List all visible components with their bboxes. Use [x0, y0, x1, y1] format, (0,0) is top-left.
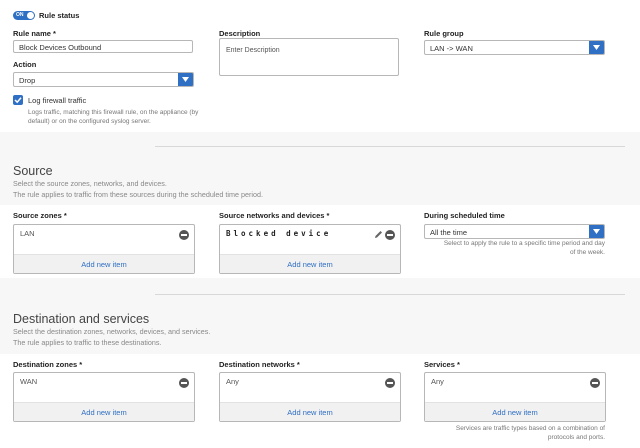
destination-zones-list: WAN Add new item — [13, 372, 195, 422]
services-help: Services are traffic types based on a co… — [455, 425, 605, 441]
description-textarea[interactable]: Enter Description — [219, 38, 399, 76]
schedule-value: All the time — [430, 228, 468, 237]
log-traffic-help: Logs traffic, matching this firewall rul… — [28, 109, 199, 125]
rule-name-input[interactable]: Block Devices Outbound — [13, 40, 193, 53]
add-new-item-button[interactable]: Add new item — [14, 254, 194, 273]
log-traffic-label: Log firewall traffic — [28, 96, 87, 105]
rule-status-label: Rule status — [39, 11, 80, 20]
remove-icon[interactable] — [590, 378, 600, 388]
checkmark-icon — [14, 97, 22, 104]
remove-icon[interactable] — [179, 230, 189, 240]
destination-desc-2: The rule applies to traffic to these des… — [13, 338, 162, 347]
section-divider — [155, 294, 625, 295]
rule-name-label: Rule name * — [13, 29, 56, 38]
source-desc-2: The rule applies to traffic from these s… — [13, 190, 263, 199]
schedule-select[interactable]: All the time — [424, 224, 605, 239]
log-traffic-checkbox[interactable] — [13, 95, 23, 105]
toggle-knob — [27, 12, 34, 19]
source-desc-1: Select the source zones, networks, and d… — [13, 179, 167, 188]
list-item-label: WAN — [20, 377, 38, 386]
add-new-item-button[interactable]: Add new item — [14, 402, 194, 421]
destination-desc-1: Select the destination zones, networks, … — [13, 327, 211, 336]
action-label: Action — [13, 60, 37, 69]
toggle-state: ON — [16, 12, 24, 18]
rule-group-select[interactable]: LAN -> WAN — [424, 40, 605, 55]
services-list: Any Add new item — [424, 372, 606, 422]
services-label: Services * — [424, 360, 460, 369]
list-item: Any — [220, 373, 400, 397]
chevron-down-icon[interactable] — [178, 73, 193, 86]
destination-networks-list: Any Add new item — [219, 372, 401, 422]
action-value: Drop — [19, 76, 36, 85]
list-item-label: Any — [431, 377, 444, 386]
source-zones-list: LAN Add new item — [13, 224, 195, 274]
source-networks-label: Source networks and devices * — [219, 211, 330, 220]
list-item: Blocked device — [220, 225, 400, 249]
add-new-item-button[interactable]: Add new item — [425, 402, 605, 421]
chevron-down-icon[interactable] — [589, 225, 604, 238]
list-item: Any — [425, 373, 605, 397]
list-item-label: LAN — [20, 229, 35, 238]
source-title: Source — [13, 164, 53, 178]
rule-group-label: Rule group — [424, 29, 464, 38]
list-item-label: Blocked device — [226, 229, 332, 238]
rule-status-toggle[interactable]: ON — [13, 11, 35, 20]
list-item-label: Any — [226, 377, 239, 386]
schedule-help: Select to apply the rule to a specific t… — [443, 240, 605, 256]
remove-icon[interactable] — [179, 378, 189, 388]
description-label: Description — [219, 29, 261, 38]
action-select[interactable]: Drop — [13, 72, 194, 87]
chevron-down-icon[interactable] — [589, 41, 604, 54]
destination-title: Destination and services — [13, 312, 150, 326]
schedule-label: During scheduled time — [424, 211, 505, 220]
pencil-icon[interactable] — [374, 230, 383, 239]
list-item: WAN — [14, 373, 194, 397]
add-new-item-button[interactable]: Add new item — [220, 254, 400, 273]
destination-zones-label: Destination zones * — [13, 360, 83, 369]
rule-group-value: LAN -> WAN — [430, 44, 473, 53]
remove-icon[interactable] — [385, 230, 395, 240]
destination-networks-label: Destination networks * — [219, 360, 300, 369]
source-networks-list: Blocked device Add new item — [219, 224, 401, 274]
source-zones-label: Source zones * — [13, 211, 67, 220]
section-divider — [155, 146, 625, 147]
remove-icon[interactable] — [385, 378, 395, 388]
add-new-item-button[interactable]: Add new item — [220, 402, 400, 421]
list-item: LAN — [14, 225, 194, 249]
